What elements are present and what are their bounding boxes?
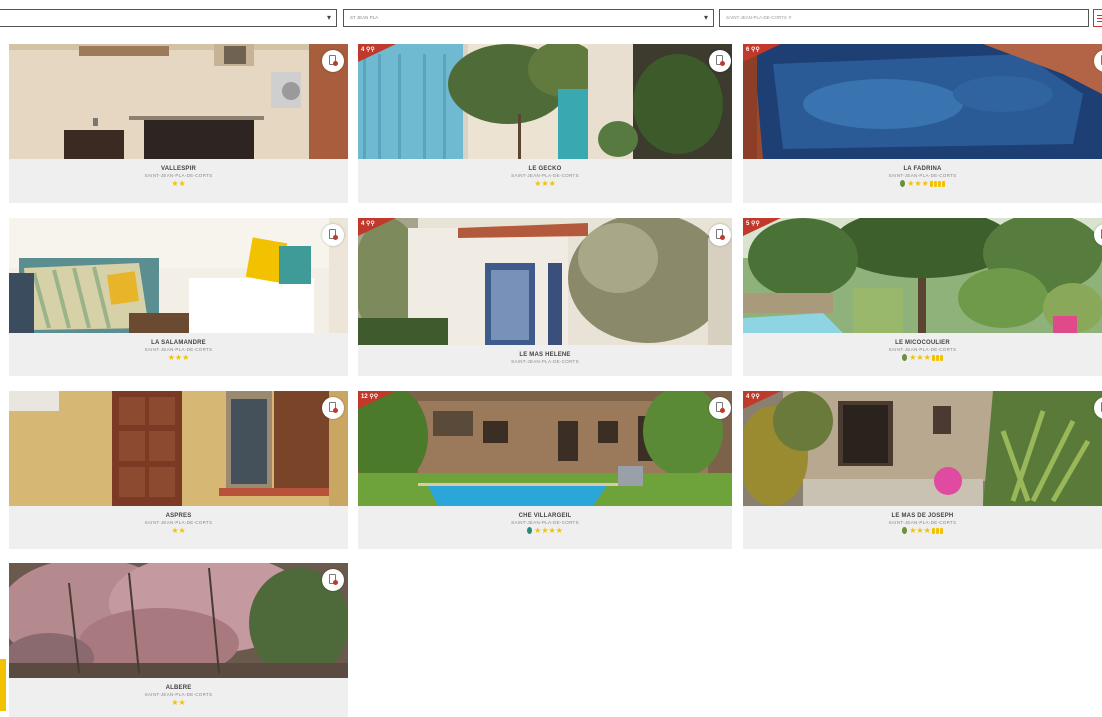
epi-icon [941,180,945,187]
listing-photo[interactable] [9,218,348,333]
epi-icon [937,180,941,187]
listing-name[interactable]: ASPRES [9,513,348,520]
filter-select-2[interactable]: ST JEAN PLA ▾ [343,9,714,27]
listing-info: LE MICOCOULIER SAINT-JEAN-PLA-DE-CORTS ★… [743,333,1102,362]
favorite-button[interactable] [322,50,344,72]
listing-name[interactable]: LA FADRINA [743,166,1102,173]
listing-rating: ★★★ [743,179,1102,188]
star-icon: ★★ [171,698,186,707]
epi-icon [931,354,935,361]
capacity-label: 5 ⚲⚲ [746,221,760,227]
star-icon: ★★ [171,526,186,535]
eco-label-icon [902,527,908,535]
listing-info: LA FADRINA SAINT-JEAN-PLA-DE-CORTS ★★★ [743,159,1102,188]
listing-info: LE MAS DE JOSEPH SAINT-JEAN-PLA-DE-CORTS… [743,506,1102,535]
listing-card[interactable]: ALBERE SAINT-JEAN-PLA-DE-CORTS ★★ [9,563,348,717]
listing-info: ASPRES SAINT-JEAN-PLA-DE-CORTS ★★ [9,506,348,535]
capacity-label: 4 ⚲⚲ [746,394,760,400]
listing-photo[interactable]: 6 ⚲⚲ [743,44,1102,159]
filter-select-3[interactable]: SAINT-JEAN-PLA-DE-CORTS ✕ [719,9,1089,27]
listing-info: LE MAS HELENE SAINT-JEAN-PLA-DE-CORTS [358,345,732,365]
star-icon: ★★★ [907,179,929,188]
epi-icon [933,180,937,187]
listing-photo[interactable]: 5 ⚲⚲ [743,218,1102,333]
listing-card[interactable]: 12 ⚲⚲ CHE VILLARGEIL SAINT-JEAN-PLA-DE-C… [358,391,732,549]
listing-name[interactable]: LE MAS DE JOSEPH [743,513,1102,520]
listing-info: ALBERE SAINT-JEAN-PLA-DE-CORTS ★★ [9,678,348,707]
star-icon: ★★★ [534,179,556,188]
listing-info: LA SALAMANDRE SAINT-JEAN-PLA-DE-CORTS ★★… [9,333,348,362]
eco-label-icon [527,527,533,535]
filter-select-2-value: ST JEAN PLA [350,15,379,20]
listing-card[interactable]: 4 ⚲⚲ LE MAS DE JOSEPH SAINT-JEAN-PLA-DE-… [743,391,1102,549]
filter-bar: ▾ ST JEAN PLA ▾ SAINT-JEAN-PLA-DE-CORTS … [0,0,1102,34]
listing-name[interactable]: LE GECKO [358,166,732,173]
listing-photo[interactable] [9,391,348,506]
epi-icon [929,180,933,187]
listing-rating: ★★ [9,179,348,188]
listing-photo[interactable] [9,44,348,159]
listing-info: LE GECKO SAINT-JEAN-PLA-DE-CORTS ★★★ [358,159,732,188]
filter-chip[interactable]: SAINT-JEAN-PLA-DE-CORTS ✕ [726,10,792,26]
capacity-label: 6 ⚲⚲ [746,47,760,53]
capacity-label: 4 ⚲⚲ [361,47,375,53]
listing-rating: ★★ [9,526,348,535]
listing-photo[interactable]: 4 ⚲⚲ [743,391,1102,506]
epi-icon [935,354,939,361]
chevron-down-icon: ▾ [703,13,708,22]
listing-name[interactable]: LE MICOCOULIER [743,340,1102,347]
filter-select-1[interactable]: ▾ [0,9,337,27]
listing-photo[interactable]: 4 ⚲⚲ [358,44,732,159]
star-icon: ★★★ [909,526,931,535]
listing-card[interactable]: LA SALAMANDRE SAINT-JEAN-PLA-DE-CORTS ★★… [9,218,348,376]
listing-rating: ★★★ [743,526,1102,535]
listing-rating: ★★★★ [358,526,732,535]
listing-name[interactable]: VALLESPIR [9,166,348,173]
listing-card[interactable]: 6 ⚲⚲ LA FADRINA SAINT-JEAN-PLA-DE-CORTS … [743,44,1102,203]
capacity-label: 4 ⚲⚲ [361,221,375,227]
listing-name[interactable]: LA SALAMANDRE [9,340,348,347]
listing-card[interactable]: VALLESPIR SAINT-JEAN-PLA-DE-CORTS ★★ [9,44,348,203]
epi-icon [939,527,943,534]
listing-card[interactable]: 5 ⚲⚲ LE MICOCOULIER SAINT-JEAN-PLA-DE-CO… [743,218,1102,376]
listing-rating: ★★★ [358,179,732,188]
favorite-button[interactable] [322,224,344,246]
favorite-button[interactable] [709,397,731,419]
favorite-button[interactable] [709,224,731,246]
star-icon: ★★★ [167,353,190,362]
listing-card[interactable]: 4 ⚲⚲ LE MAS HELENE SAINT-JEAN-PLA-DE-COR… [358,218,732,376]
favorite-button[interactable] [322,569,344,591]
epi-icon [931,527,935,534]
listing-town: SAINT-JEAN-PLA-DE-CORTS [511,359,579,364]
listing-name[interactable]: CHE VILLARGEIL [358,513,732,520]
filter-toggle-button[interactable] [1093,9,1102,27]
epi-icon [935,527,939,534]
favorite-button[interactable] [322,397,344,419]
listing-name[interactable]: LE MAS HELENE [358,352,732,359]
listing-card[interactable]: 4 ⚲⚲ LE GECKO SAINT-JEAN-PLA-DE-CORTS ★★… [358,44,732,203]
star-icon: ★★ [171,179,186,188]
epi-icon [939,354,943,361]
star-icon: ★★★★ [534,526,563,535]
listing-rating: ★★ [9,698,348,707]
side-feedback-tab[interactable] [0,659,6,711]
listing-photo[interactable] [9,563,348,678]
eco-label-icon [900,180,906,188]
listing-rating: ★★★ [9,353,348,362]
star-icon: ★★★ [909,353,931,362]
favorite-button[interactable] [709,50,731,72]
listing-photo[interactable]: 4 ⚲⚲ [358,218,732,345]
listing-photo[interactable]: 12 ⚲⚲ [358,391,732,506]
listing-rating: ★★★ [743,353,1102,362]
capacity-label: 12 ⚲⚲ [361,394,379,400]
listing-info: CHE VILLARGEIL SAINT-JEAN-PLA-DE-CORTS ★… [358,506,732,535]
listing-name[interactable]: ALBERE [9,685,348,692]
listing-card[interactable]: ASPRES SAINT-JEAN-PLA-DE-CORTS ★★ [9,391,348,549]
eco-label-icon [902,354,908,362]
listing-info: VALLESPIR SAINT-JEAN-PLA-DE-CORTS ★★ [9,159,348,188]
chevron-down-icon: ▾ [326,13,331,22]
